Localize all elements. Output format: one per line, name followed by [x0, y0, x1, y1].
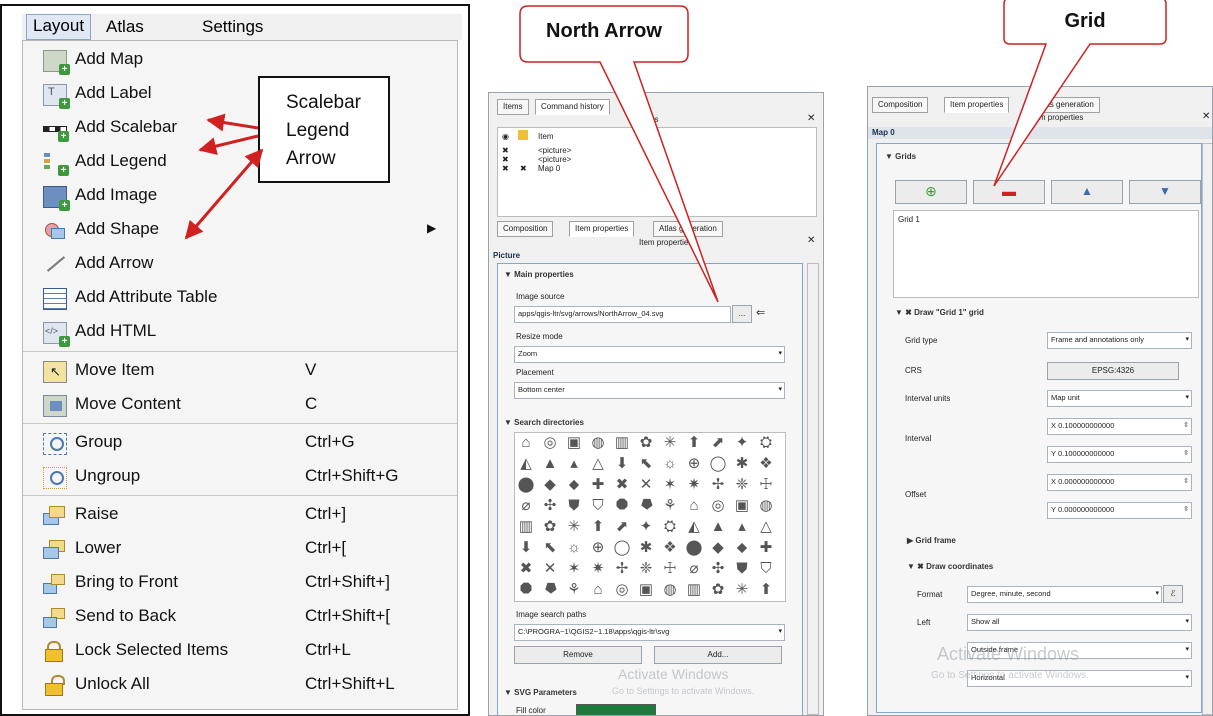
callout-arrow-legend: [198, 134, 259, 155]
annotation-overlay: [184, 0, 1167, 303]
north-arrow-callout-text: North Arrow: [546, 20, 662, 42]
callout-arrow-arrow: [184, 148, 264, 240]
north-arrow-callout-bubble: [519, 5, 719, 303]
callout-arrow-scalebar: [206, 113, 259, 132]
grid-callout-text: Grid: [1064, 10, 1106, 32]
